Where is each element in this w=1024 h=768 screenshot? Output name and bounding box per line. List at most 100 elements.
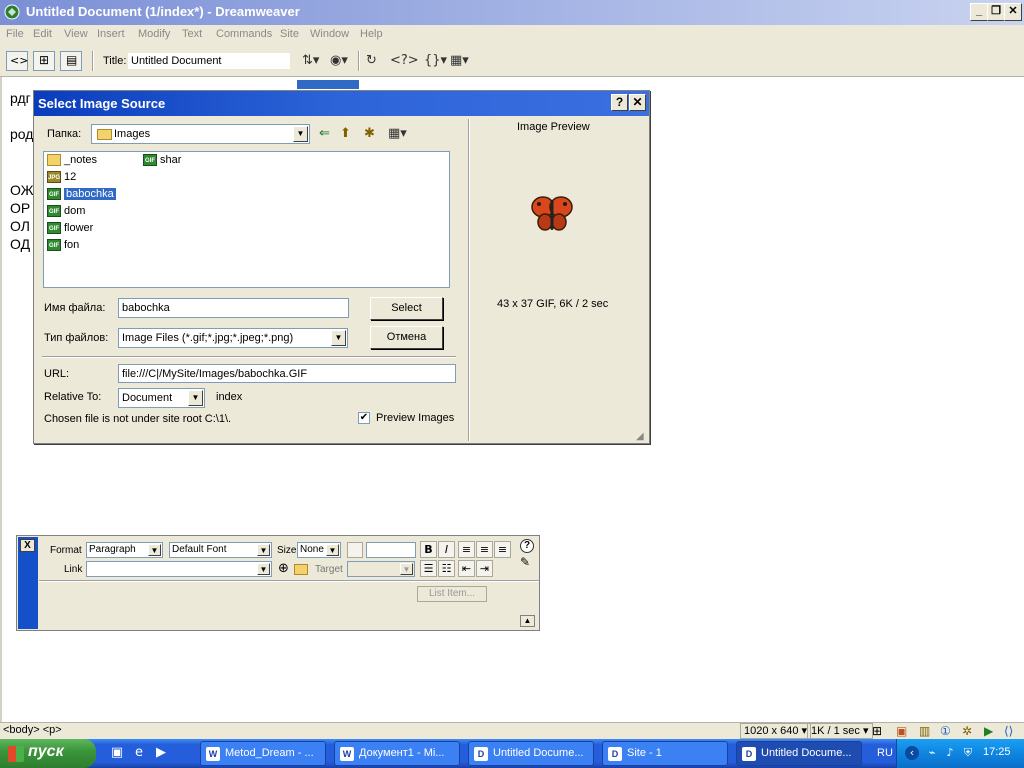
design-view-icon[interactable]: ▤ (60, 51, 82, 71)
internet-explorer-icon[interactable]: e (131, 745, 147, 761)
taskbar-item[interactable]: W Документ1 - Mi... (334, 741, 460, 766)
list-item[interactable]: GIF fon (47, 239, 79, 255)
menu-file[interactable]: File (6, 28, 24, 40)
site-icon[interactable]: ⊞ (872, 724, 882, 738)
media-player-icon[interactable]: ▶ (153, 745, 169, 761)
text-color-input[interactable] (366, 542, 416, 558)
menu-edit[interactable]: Edit (33, 28, 52, 40)
list-item[interactable]: GIF babochka (47, 188, 116, 204)
menu-insert[interactable]: Insert (97, 28, 125, 40)
panel-close-button[interactable]: X (20, 539, 35, 552)
link-input[interactable]: ▼ (86, 561, 272, 577)
assets-icon[interactable]: ▣ (896, 724, 907, 738)
chevron-down-icon[interactable]: ▼ (257, 563, 270, 575)
align-left-icon[interactable]: ≡ (458, 541, 475, 558)
target-combo[interactable]: ▼ (347, 561, 415, 577)
reference-icon[interactable]: <?> (390, 53, 419, 68)
dialog-close-button[interactable]: ✕ (629, 94, 646, 111)
filetype-combo[interactable]: Image Files (*.gif;*.jpg;*.jpeg;*.png) ▼ (118, 328, 348, 348)
network-icon[interactable]: ⌁ (925, 746, 939, 760)
preview-images-checkbox[interactable]: ✔ (358, 412, 370, 424)
menu-site[interactable]: Site (280, 28, 299, 40)
align-right-icon[interactable]: ≡ (494, 541, 511, 558)
italic-button[interactable]: I (438, 541, 455, 558)
url-input[interactable]: file:///C|/MySite/Images/babochka.GIF (118, 364, 456, 383)
unordered-list-icon[interactable]: ☰ (420, 560, 437, 577)
look-in-combo[interactable]: Images ▼ (91, 124, 310, 144)
chevron-down-icon[interactable]: ▼ (257, 544, 270, 556)
preview-browser-icon[interactable]: ◉▾ (330, 53, 348, 68)
behaviors-icon[interactable]: ✲ (962, 724, 972, 738)
chevron-down-icon[interactable]: ▼ (188, 390, 203, 406)
code-inspector-icon[interactable]: ⟨⟩ (1004, 724, 1013, 738)
volume-icon[interactable]: ♪ (943, 746, 957, 760)
list-item[interactable]: GIF flower (47, 222, 93, 238)
menu-window[interactable]: Window (310, 28, 349, 40)
refresh-icon[interactable]: ↻ (366, 53, 377, 68)
code-navigation-icon[interactable]: {}▾ (424, 53, 447, 68)
view-menu-icon[interactable]: ▦▾ (388, 126, 407, 141)
ordered-list-icon[interactable]: ☷ (438, 560, 455, 577)
close-button[interactable]: ✕ (1004, 3, 1022, 21)
list-item[interactable]: _notes (47, 154, 97, 170)
code-view-icon[interactable]: <> (6, 51, 28, 71)
download-size-display[interactable]: 1K / 1 sec ▾ (807, 723, 873, 739)
taskbar-item[interactable]: D Site - 1 (602, 741, 728, 766)
chevron-down-icon[interactable]: ▼ (400, 563, 413, 575)
menu-view[interactable]: View (64, 28, 88, 40)
taskbar-item[interactable]: D Untitled Docume... (468, 741, 594, 766)
up-folder-icon[interactable]: ⬆ (340, 126, 351, 141)
back-arrow-icon[interactable]: ⇐ (319, 126, 330, 141)
title-input[interactable]: Untitled Document (128, 53, 290, 69)
cancel-button[interactable]: Отмена (370, 326, 443, 349)
list-item[interactable]: GIF shar (143, 154, 181, 170)
bold-button[interactable]: B (420, 541, 437, 558)
resize-grip-icon[interactable]: ◢ (636, 431, 644, 442)
chevron-down-icon[interactable]: ▼ (293, 126, 308, 142)
tag-selector[interactable]: <body> <p> (3, 724, 62, 736)
css-styles-icon[interactable]: ① (940, 724, 951, 738)
language-indicator[interactable]: RU (877, 747, 893, 759)
help-icon[interactable]: ? (520, 539, 534, 553)
view-options-icon[interactable]: ▦▾ (450, 53, 469, 68)
minimize-button[interactable]: _ (970, 3, 988, 21)
tray-expand-icon[interactable]: ‹ (905, 746, 919, 760)
filename-input[interactable]: babochka (118, 298, 349, 318)
menu-help[interactable]: Help (360, 28, 383, 40)
dialog-help-button[interactable]: ? (611, 94, 628, 111)
show-desktop-icon[interactable]: ▣ (109, 745, 125, 761)
list-item-button[interactable]: List Item... (417, 586, 487, 602)
quick-tag-editor-icon[interactable]: ✎ (520, 555, 530, 569)
file-management-icon[interactable]: ⇅▾ (302, 53, 319, 68)
split-view-icon[interactable]: ⊞ (33, 51, 55, 71)
chevron-down-icon[interactable]: ▼ (148, 544, 161, 556)
chevron-down-icon[interactable]: ▼ (326, 544, 339, 556)
window-size-display[interactable]: 1020 x 640 ▾ (740, 723, 812, 739)
taskbar-item[interactable]: D Untitled Docume... (736, 741, 862, 766)
font-combo[interactable]: Default Font ▼ (169, 542, 272, 558)
menu-text[interactable]: Text (182, 28, 202, 40)
start-button[interactable]: пуск (0, 739, 96, 768)
format-combo[interactable]: Paragraph ▼ (86, 542, 163, 558)
chevron-down-icon[interactable]: ▼ (331, 330, 346, 346)
folder-icon[interactable] (294, 564, 308, 575)
restore-button[interactable]: ❐ (987, 3, 1005, 21)
menu-commands[interactable]: Commands (216, 28, 272, 40)
taskbar-item[interactable]: W Metod_Dream - ... (200, 741, 326, 766)
indent-icon[interactable]: ⇥ (476, 560, 493, 577)
html-styles-icon[interactable]: ▥ (919, 724, 930, 738)
list-item[interactable]: GIF dom (47, 205, 85, 221)
outdent-icon[interactable]: ⇤ (458, 560, 475, 577)
new-folder-icon[interactable]: ✱ (364, 126, 375, 141)
align-center-icon[interactable]: ≡ (476, 541, 493, 558)
security-icon[interactable]: ⛨ (961, 746, 975, 760)
collapse-panel-icon[interactable]: ▲ (520, 615, 535, 627)
list-item[interactable]: JPG 12 (47, 171, 76, 187)
timelines-icon[interactable]: ▶ (984, 724, 993, 738)
text-color-swatch[interactable] (347, 542, 363, 558)
point-to-file-icon[interactable]: ⊕ (278, 561, 289, 576)
size-combo[interactable]: None ▼ (297, 542, 341, 558)
select-button[interactable]: Select (370, 297, 443, 320)
relative-to-combo[interactable]: Document ▼ (118, 388, 205, 408)
menu-modify[interactable]: Modify (138, 28, 170, 40)
